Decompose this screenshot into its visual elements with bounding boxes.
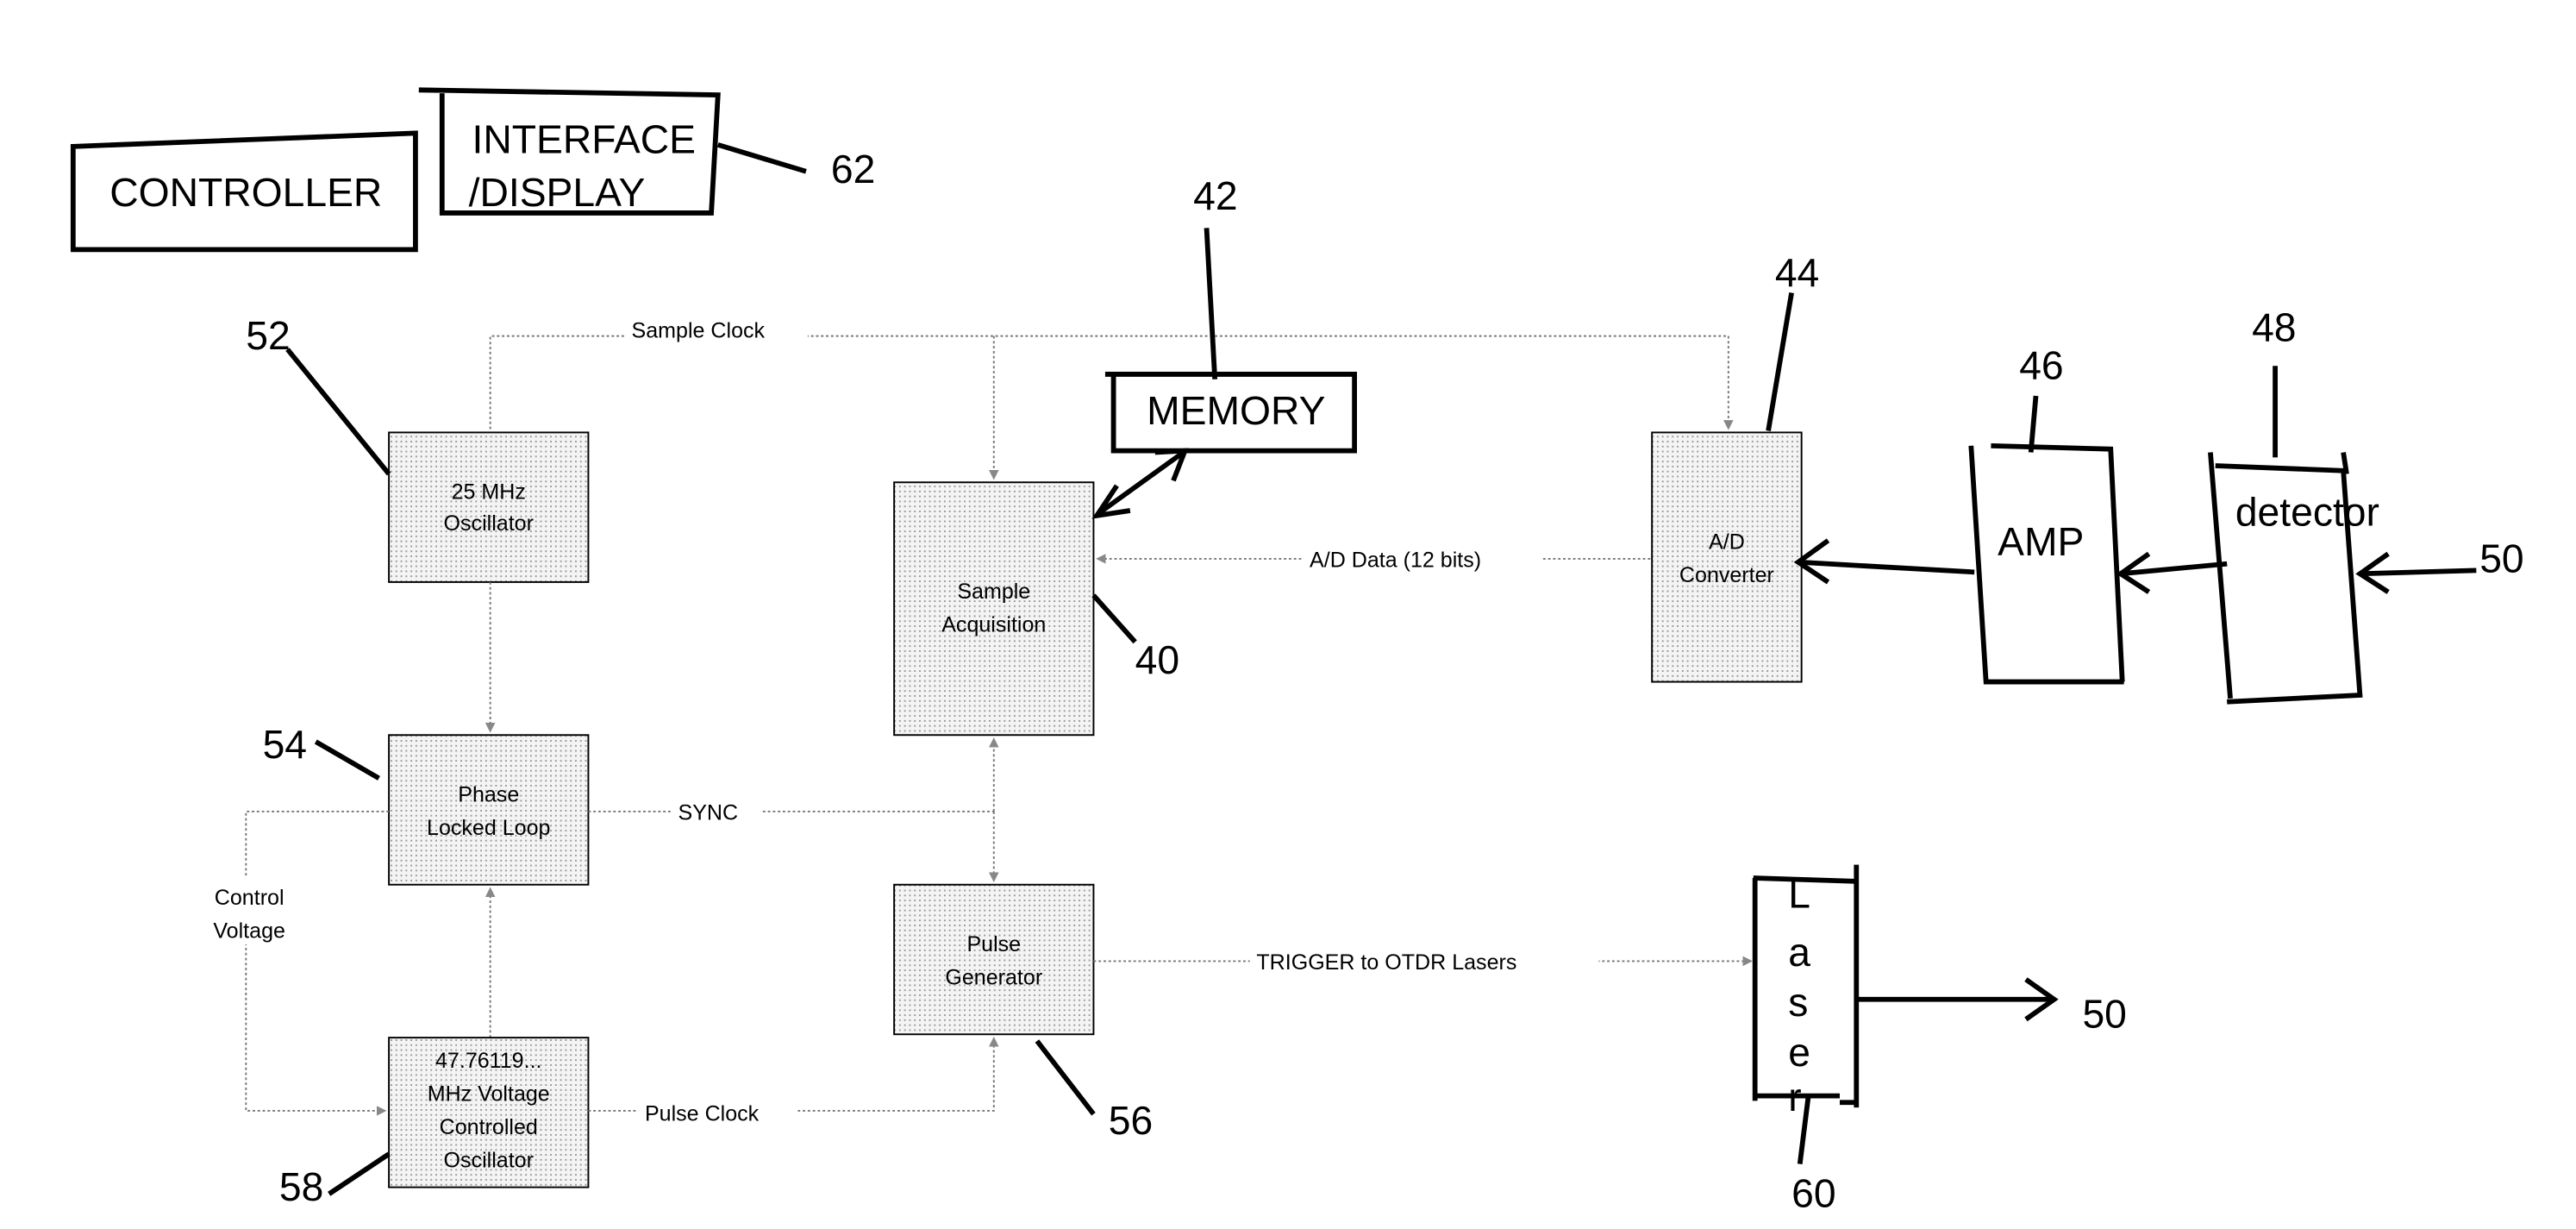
ad-data-connection: A/D Data (12 bits) xyxy=(1096,542,1651,573)
ad-data-label: A/D Data (12 bits) xyxy=(1310,549,1481,573)
ref-62: 62 xyxy=(831,147,875,191)
laser-letter-4: e xyxy=(1788,1030,1810,1075)
laser-letter-5: r xyxy=(1788,1075,1801,1119)
detector-block: detector 48 50 xyxy=(2116,304,2524,705)
sample-label-line1: Sample xyxy=(957,580,1030,604)
laser-letter-2: a xyxy=(1788,930,1810,975)
control-voltage-label-line2: Voltage xyxy=(213,919,285,943)
ref-48: 48 xyxy=(2252,304,2296,349)
trigger-label: TRIGGER to OTDR Lasers xyxy=(1256,950,1516,975)
ref-58: 58 xyxy=(279,1164,323,1209)
detector-label: detector xyxy=(2235,489,2379,534)
ref-40: 40 xyxy=(1135,637,1179,682)
interface-label-line2: /DISPLAY xyxy=(469,170,646,215)
pll-label-line2: Locked Loop xyxy=(427,816,550,840)
ref-50-input: 50 xyxy=(2479,536,2523,580)
amp-block: AMP 46 xyxy=(1793,343,2125,685)
interface-label-line1: INTERFACE xyxy=(472,117,696,162)
sync-connection: SYNC xyxy=(588,737,999,883)
pulse-clock-label: Pulse Clock xyxy=(645,1101,760,1126)
vco-label-line4: Oscillator xyxy=(444,1148,534,1172)
sample-clock-connection: Sample Clock xyxy=(489,316,1734,480)
vco-block: 47.76119... MHz Voltage Controlled Oscil… xyxy=(279,1037,590,1209)
controller-block: CONTROLLER xyxy=(70,130,418,253)
pulse-clock-connection: Pulse Clock xyxy=(588,1036,999,1126)
pulse-label-line2: Generator xyxy=(945,965,1042,989)
memory-label: MEMORY xyxy=(1147,388,1325,433)
ref-42: 42 xyxy=(1193,173,1237,218)
controller-label: CONTROLLER xyxy=(109,170,382,215)
adc-label-line1: A/D xyxy=(1709,530,1745,554)
ref-44: 44 xyxy=(1775,250,1819,295)
adc-label-line2: Converter xyxy=(1679,563,1774,587)
vco-label-line2: MHz Voltage xyxy=(428,1082,550,1106)
block-diagram: CONTROLLER INTERFACE /DISPLAY 62 Sample … xyxy=(70,87,2524,1216)
sample-clock-label: Sample Clock xyxy=(632,319,766,343)
ref-56: 56 xyxy=(1109,1098,1153,1143)
oscillator-label-line1: 25 MHz xyxy=(452,480,526,505)
ref-50-output: 50 xyxy=(2082,992,2126,1037)
trigger-connection: TRIGGER to OTDR Lasers xyxy=(1093,944,1753,975)
pll-block: Phase Locked Loop 54 xyxy=(263,722,590,886)
ref-54: 54 xyxy=(263,722,307,767)
control-voltage-label-line1: Control xyxy=(215,886,284,910)
laser-letter-1: L xyxy=(1788,872,1810,917)
pulse-generator-block: Pulse Generator 56 xyxy=(893,883,1153,1143)
ref-46: 46 xyxy=(2019,343,2063,388)
vco-label-line1: 47.76119... xyxy=(435,1049,542,1073)
oscillator-block: 25 MHz Oscillator 52 xyxy=(246,313,590,583)
amp-label: AMP xyxy=(1998,519,2084,564)
laser-letter-3: s xyxy=(1788,980,1808,1025)
control-voltage-connection: Control Voltage xyxy=(196,810,390,1116)
ref-52: 52 xyxy=(246,313,290,358)
interface-display-block: INTERFACE /DISPLAY 62 xyxy=(418,87,875,216)
ref-60: 60 xyxy=(1791,1171,1835,1216)
pll-label-line1: Phase xyxy=(458,782,519,806)
pulse-label-line1: Pulse xyxy=(966,932,1021,956)
sync-label: SYNC xyxy=(678,801,739,825)
ad-converter-block: A/D Converter 44 xyxy=(1651,250,1819,683)
sample-label-line2: Acquisition xyxy=(941,613,1046,637)
laser-block: L a s e r 60 50 xyxy=(1752,864,2127,1216)
oscillator-label-line2: Oscillator xyxy=(444,511,534,536)
memory-block: MEMORY 42 xyxy=(1091,173,1358,519)
vco-label-line3: Controlled xyxy=(440,1115,538,1139)
sample-acquisition-block: Sample Acquisition 40 xyxy=(893,481,1179,737)
